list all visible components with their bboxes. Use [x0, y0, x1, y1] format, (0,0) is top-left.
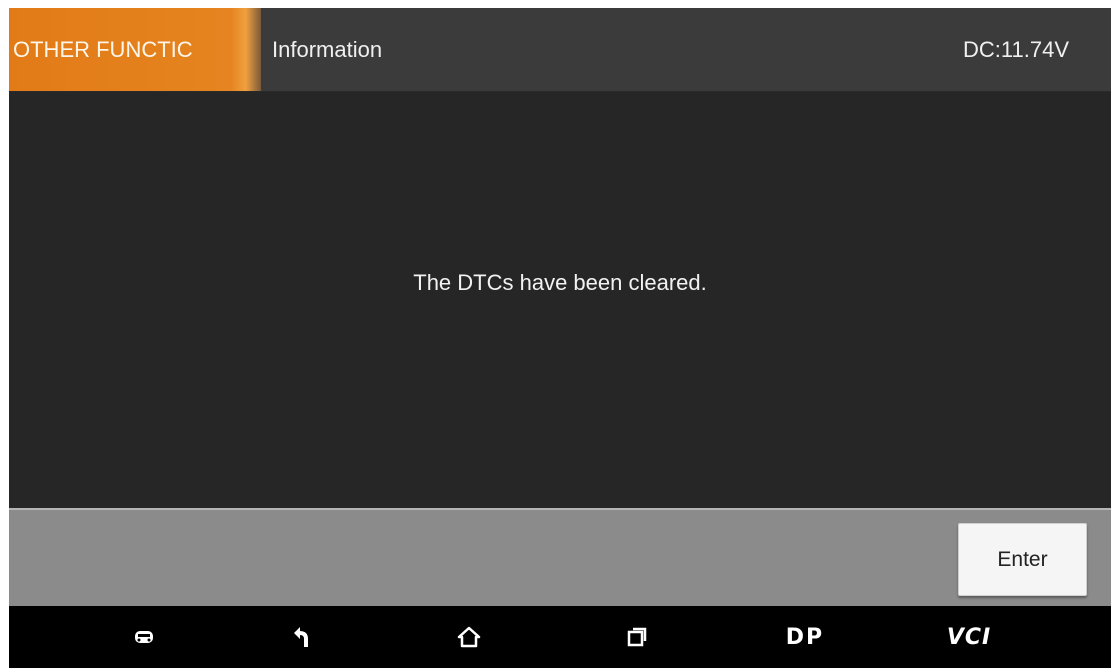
- dp-icon[interactable]: DP: [775, 606, 835, 668]
- recent-apps-icon[interactable]: [607, 606, 667, 668]
- home-icon[interactable]: [439, 606, 499, 668]
- tab-other-functions[interactable]: OTHER FUNCTIC: [9, 8, 261, 91]
- vci-label: VCI: [946, 624, 992, 650]
- dp-label: DP: [785, 624, 825, 650]
- top-bar: OTHER FUNCTIC Information DC:11.74V: [9, 8, 1111, 92]
- action-bar: Enter: [9, 508, 1111, 606]
- message-panel: The DTCs have been cleared.: [9, 92, 1111, 508]
- vci-icon[interactable]: VCI: [939, 606, 999, 668]
- voltage-readout: DC:11.74V: [963, 37, 1069, 62]
- device-screen: OTHER FUNCTIC Information DC:11.74V The …: [9, 8, 1111, 668]
- system-nav-bar: DP VCI: [9, 606, 1111, 668]
- status-message: The DTCs have been cleared.: [413, 270, 707, 295]
- enter-button[interactable]: Enter: [958, 523, 1087, 596]
- page-title: Information: [272, 37, 383, 62]
- back-icon[interactable]: [271, 606, 331, 668]
- vehicle-icon[interactable]: [114, 606, 174, 668]
